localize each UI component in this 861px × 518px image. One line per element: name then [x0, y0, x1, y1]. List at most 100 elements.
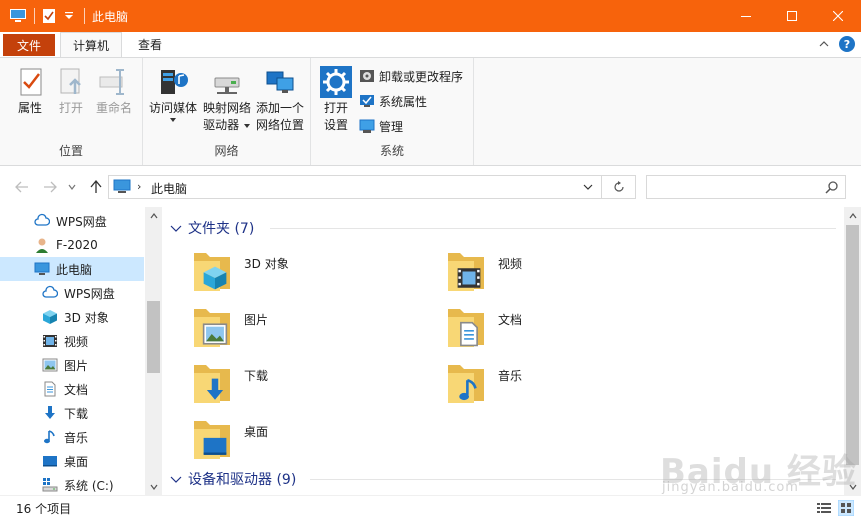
- nav-item-label: 图片: [64, 358, 89, 373]
- up-button[interactable]: [88, 179, 104, 195]
- refresh-button[interactable]: [601, 176, 635, 198]
- content-scroll-thumb[interactable]: [846, 225, 859, 465]
- add-location-label-1: 添加一个: [255, 101, 304, 115]
- map-drive-label-1: 映射网络: [202, 101, 251, 115]
- properties-button[interactable]: 属性: [10, 66, 50, 117]
- music-icon: [456, 377, 482, 406]
- nav-item[interactable]: 视频: [0, 329, 144, 353]
- scroll-up-icon[interactable]: [844, 207, 861, 224]
- devices-header-label: 设备和驱动器 (9): [188, 472, 297, 488]
- nav-scroll-thumb[interactable]: [147, 301, 160, 373]
- scroll-up-icon[interactable]: [145, 207, 162, 224]
- back-button[interactable]: [14, 179, 30, 195]
- desktop-icon: [202, 433, 228, 462]
- title-separator-2: [84, 8, 85, 24]
- open-button[interactable]: 打开: [54, 66, 88, 117]
- help-icon[interactable]: ?: [839, 36, 855, 52]
- folder-label: 下载: [244, 369, 269, 383]
- address-dropdown-icon[interactable]: [583, 182, 593, 192]
- quick-access-dropdown-icon[interactable]: [62, 7, 76, 25]
- section-divider: [270, 228, 836, 229]
- nav-scrollbar[interactable]: [145, 207, 162, 495]
- nav-item[interactable]: F-2020: [0, 233, 144, 257]
- properties-quick-icon[interactable]: [40, 7, 58, 25]
- collapse-ribbon-icon[interactable]: [817, 37, 831, 51]
- search-input[interactable]: [651, 177, 821, 197]
- devices-section-header[interactable]: 设备和驱动器 (9): [170, 468, 836, 490]
- maximize-button[interactable]: [769, 0, 815, 32]
- nav-item-label: 文档: [64, 382, 89, 397]
- nav-item-label: F-2020: [56, 238, 98, 252]
- search-box[interactable]: [646, 175, 846, 199]
- folder-tile[interactable]: 下载: [190, 359, 430, 411]
- folder-tile[interactable]: 文档: [444, 303, 684, 355]
- manage-button[interactable]: 管理: [359, 116, 403, 136]
- chevron-down-icon: [170, 476, 182, 483]
- ribbon-group-system: 打开 设置 卸载或更改程序 系统属性 管理 系统: [311, 58, 474, 165]
- rename-button[interactable]: 重命名: [92, 66, 136, 117]
- breadcrumb-item[interactable]: 此电脑: [151, 180, 187, 197]
- navigation-pane: WPS网盘 F-2020 此电脑 WPS网盘 3D 对象 视频 图片 文档 下载 音乐 桌面 系统 (…: [0, 207, 162, 495]
- group-label-location: 位置: [58, 144, 83, 158]
- chevron-down-icon: [170, 118, 176, 122]
- access-media-button[interactable]: 访问媒体: [147, 66, 199, 123]
- uninstall-label: 卸载或更改程序: [379, 69, 464, 84]
- folder-label: 音乐: [498, 369, 523, 383]
- scroll-down-icon[interactable]: [844, 478, 861, 495]
- group-label-system: 系统: [379, 144, 404, 158]
- content-scrollbar[interactable]: [844, 207, 861, 495]
- system-properties-button[interactable]: 系统属性: [359, 91, 427, 111]
- section-divider: [310, 479, 836, 480]
- nav-item[interactable]: 下载: [0, 401, 144, 425]
- chevron-down-icon: [68, 184, 76, 190]
- nav-item[interactable]: WPS网盘: [0, 281, 144, 305]
- open-settings-button[interactable]: 打开 设置: [319, 66, 353, 134]
- open-settings-label-1: 打开: [323, 101, 348, 115]
- desktop-icon: [42, 453, 58, 469]
- nav-item[interactable]: WPS网盘: [0, 209, 144, 233]
- scroll-down-icon[interactable]: [145, 478, 162, 495]
- nav-item[interactable]: 此电脑: [0, 257, 144, 281]
- search-icon[interactable]: [825, 180, 839, 194]
- folders-section-header[interactable]: 文件夹 (7): [170, 217, 836, 239]
- open-icon: [55, 66, 87, 98]
- nav-item[interactable]: 系统 (C:): [0, 473, 144, 497]
- computer-icon[interactable]: [8, 7, 28, 25]
- add-network-location-button[interactable]: 添加一个 网络位置: [253, 66, 307, 134]
- tab-view[interactable]: 查看: [128, 32, 172, 57]
- document-icon: [42, 381, 58, 397]
- recent-locations-button[interactable]: [64, 179, 80, 195]
- large-icons-view-icon[interactable]: [838, 500, 854, 516]
- folder-label: 图片: [244, 313, 269, 327]
- folder-tile[interactable]: 3D 对象: [190, 247, 430, 299]
- nav-item[interactable]: 音乐: [0, 425, 144, 449]
- tab-computer[interactable]: 计算机: [60, 32, 122, 58]
- folder-icon: [190, 303, 238, 351]
- folder-tile[interactable]: 视频: [444, 247, 684, 299]
- folder-tile[interactable]: 图片: [190, 303, 430, 355]
- open-label: 打开: [58, 101, 83, 115]
- system-properties-icon: [360, 95, 374, 107]
- folder-label: 文档: [498, 313, 523, 327]
- tab-file[interactable]: 文件: [3, 34, 55, 56]
- folder-tile[interactable]: 音乐: [444, 359, 684, 411]
- minimize-button[interactable]: [723, 0, 769, 32]
- folder-tile[interactable]: 桌面: [190, 415, 430, 467]
- nav-item-label: 视频: [64, 334, 89, 349]
- map-drive-button[interactable]: 映射网络 驱动器: [201, 66, 253, 134]
- nav-item[interactable]: 3D 对象: [0, 305, 144, 329]
- close-button[interactable]: [815, 0, 861, 32]
- content-area: 文件夹 (7) 设备和驱动器 (9) 3D 对象 视频 图片 文档 下载 音乐 …: [162, 207, 844, 495]
- nav-item[interactable]: 图片: [0, 353, 144, 377]
- properties-icon: [14, 66, 46, 98]
- details-view-icon[interactable]: [816, 500, 832, 516]
- nav-item[interactable]: 桌面: [0, 449, 144, 473]
- forward-button[interactable]: [42, 179, 58, 195]
- nav-item-label: 音乐: [64, 430, 89, 445]
- nav-item[interactable]: 文档: [0, 377, 144, 401]
- address-bar[interactable]: › 此电脑: [108, 175, 636, 199]
- breadcrumb-chevron-icon[interactable]: ›: [137, 180, 141, 193]
- cube-icon: [202, 265, 228, 294]
- uninstall-program-button[interactable]: 卸载或更改程序: [359, 66, 463, 86]
- back-arrow-icon: [15, 181, 28, 193]
